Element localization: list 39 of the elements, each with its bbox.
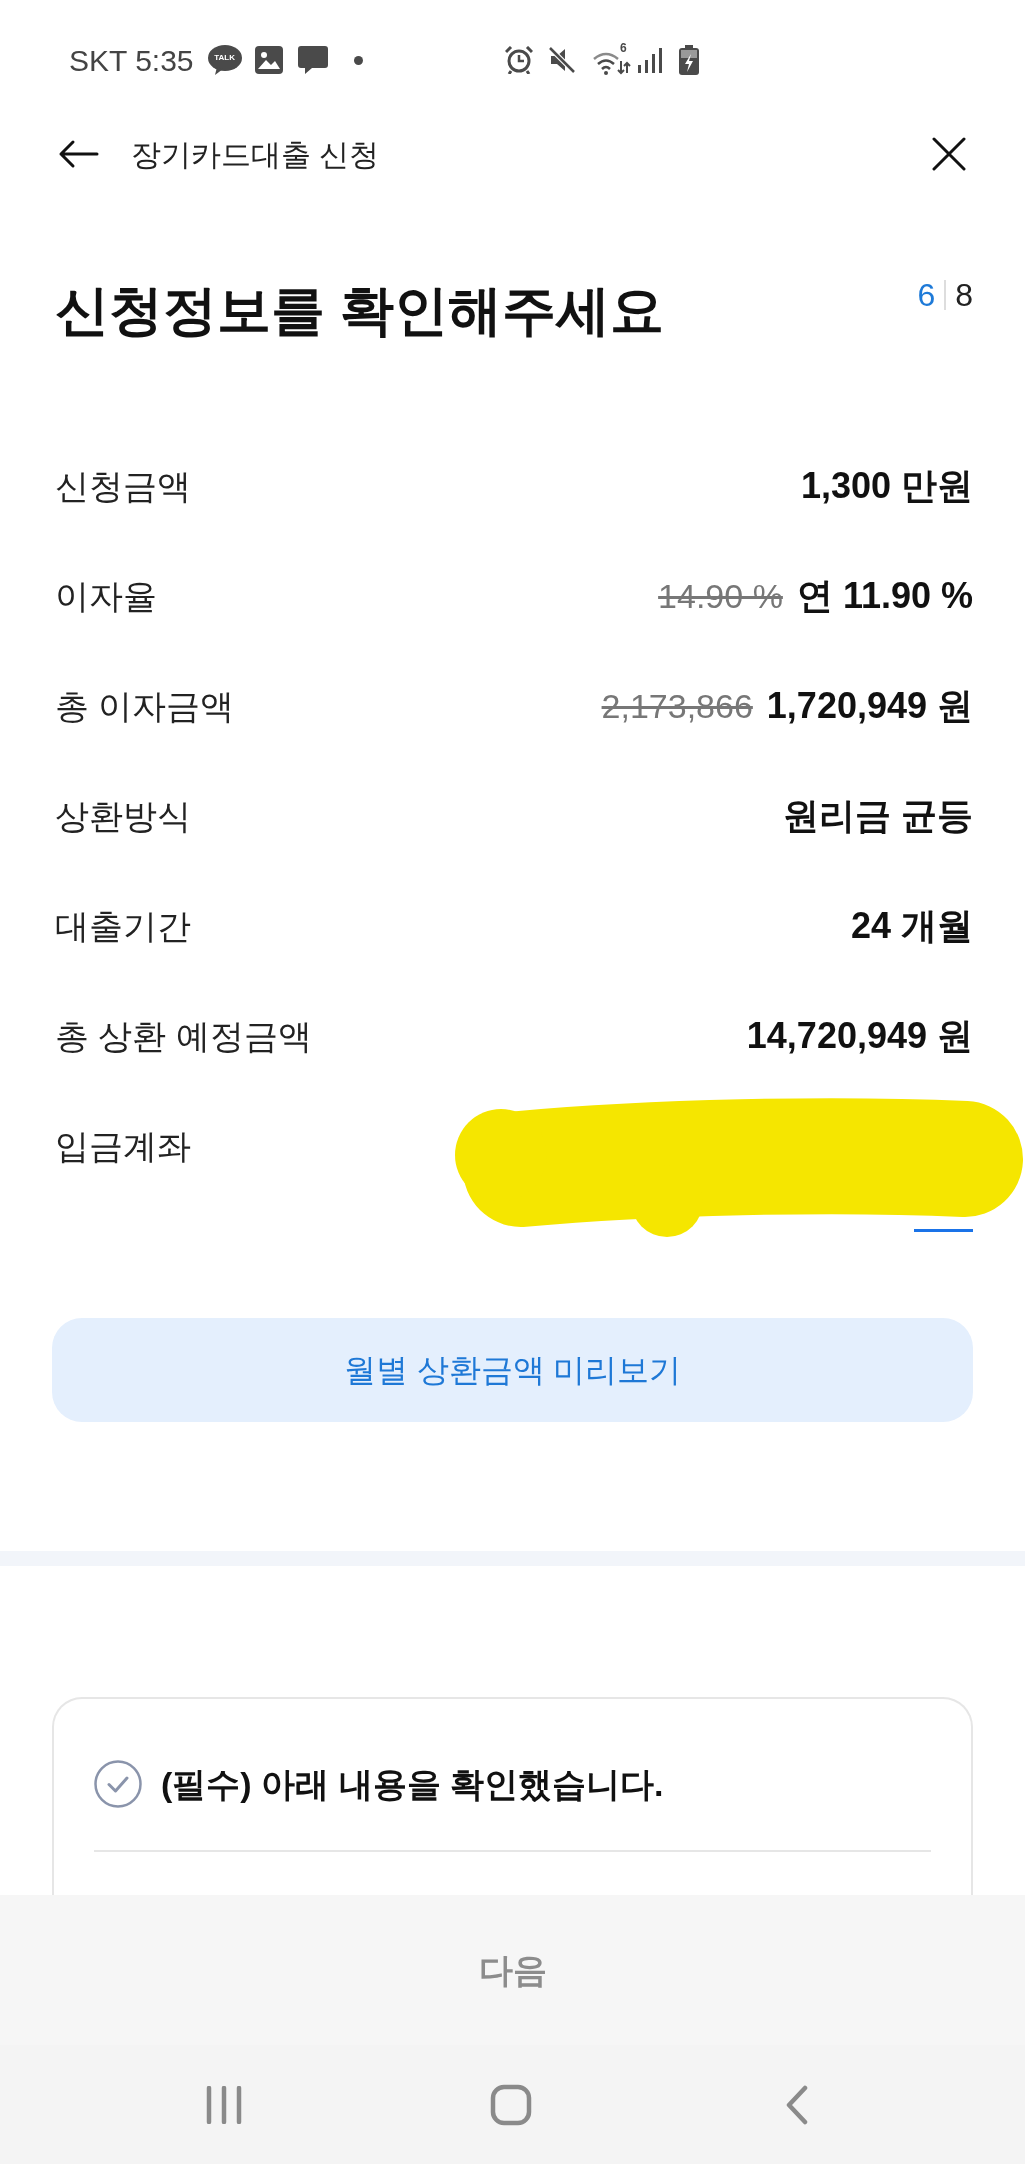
- detail-value: 24 개월: [850, 904, 973, 948]
- agreement-label[interactable]: (필수) 아래 내용을 확인했습니다.: [161, 1758, 664, 1810]
- home-icon: [490, 2083, 532, 2126]
- detail-label: 입금계좌: [55, 1125, 191, 1167]
- original-value: 14.90 %: [658, 575, 783, 617]
- step-total: 8: [955, 276, 973, 315]
- nav-back-button[interactable]: [785, 2084, 809, 2125]
- check-circle-icon[interactable]: [94, 1760, 142, 1808]
- detail-label: 이자율: [55, 575, 157, 617]
- detail-value: 1,720,949 원: [766, 684, 973, 728]
- detail-value: 1,300 만원: [800, 464, 973, 508]
- original-value: 2,173,866: [601, 685, 753, 727]
- detail-label: 신청금액: [55, 465, 191, 507]
- battery-charging-icon: [679, 45, 699, 75]
- back-chevron-icon: [785, 2084, 809, 2125]
- close-icon: [932, 137, 966, 171]
- chat-icon: [297, 46, 328, 74]
- gallery-icon: [254, 46, 283, 74]
- step-current: 6: [917, 276, 936, 315]
- detail-value: 연 11.90 %: [796, 574, 973, 618]
- carrier-time: SKT 5:35: [69, 42, 194, 79]
- alarm-clock-icon: [505, 46, 533, 74]
- back-arrow-icon: [57, 139, 99, 169]
- home-button[interactable]: [490, 2083, 532, 2126]
- mute-icon: [548, 46, 576, 74]
- header-title: 장기카드대출 신청: [131, 136, 380, 173]
- detail-label: 상환방식: [55, 795, 191, 837]
- detail-value: 원리금 균등: [783, 794, 973, 838]
- detail-label: 총 이자금액: [55, 685, 235, 727]
- monthly-repayment-preview-button[interactable]: 월별 상환금액 미리보기: [52, 1318, 973, 1422]
- close-button[interactable]: [932, 137, 966, 171]
- recent-apps-icon: [206, 2085, 242, 2124]
- detail-value: 14,720,949 원: [746, 1014, 973, 1058]
- detail-label: 대출기간: [55, 905, 191, 947]
- page-title: 신청정보를 확인해주세요: [55, 279, 664, 342]
- signal-icon: [638, 47, 664, 73]
- detail-label: 총 상환 예정금액: [55, 1015, 312, 1057]
- link-underline: [914, 1229, 973, 1232]
- recent-apps-button[interactable]: [206, 2084, 242, 2125]
